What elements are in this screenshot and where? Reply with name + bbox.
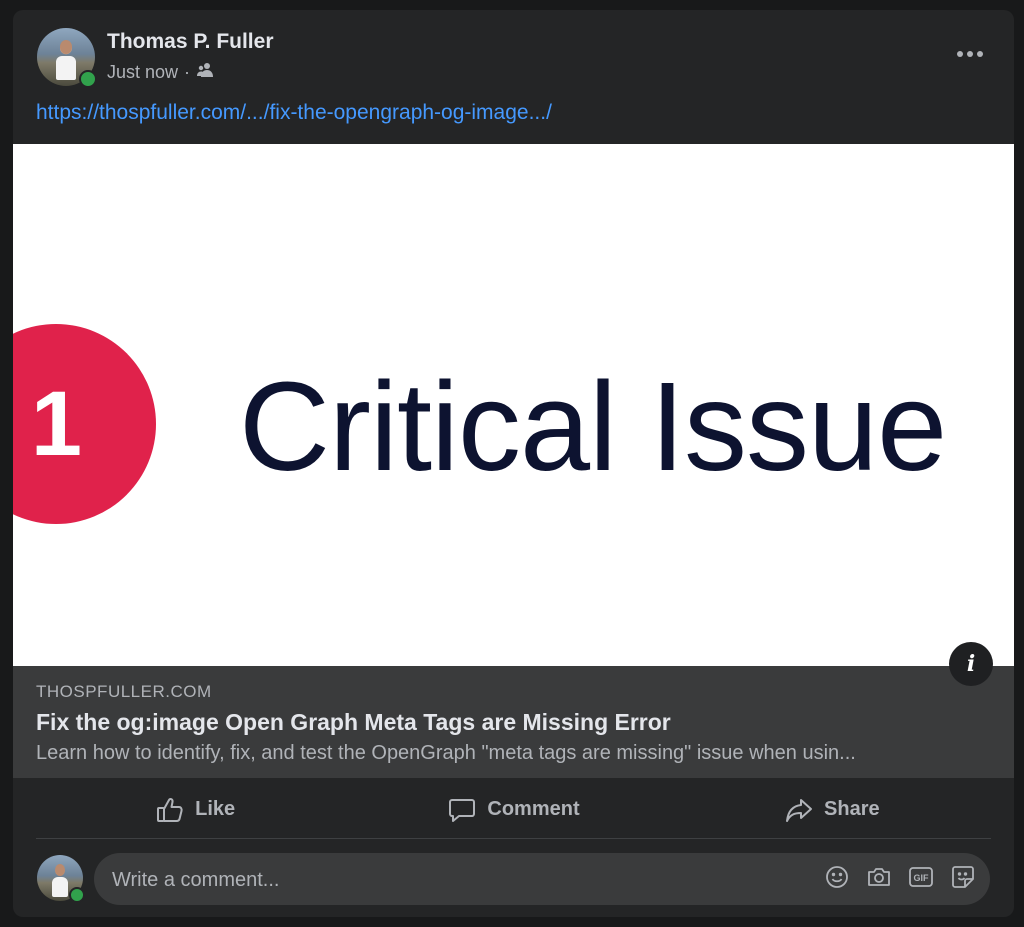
gif-icon[interactable]: GIF bbox=[908, 864, 934, 890]
link-domain: THOSPFULLER.COM bbox=[36, 682, 212, 701]
comment-bubble-icon bbox=[449, 798, 476, 822]
issue-count-badge: 1 bbox=[13, 324, 156, 524]
emoji-icon[interactable] bbox=[824, 864, 850, 890]
online-status-dot bbox=[69, 887, 85, 903]
friends-icon[interactable] bbox=[196, 62, 214, 83]
link-preview-image[interactable]: 1 Critical Issue bbox=[13, 144, 1014, 666]
comment-input[interactable] bbox=[110, 853, 814, 907]
share-label: Share bbox=[824, 798, 880, 820]
like-label: Like bbox=[195, 798, 236, 820]
commenter-avatar[interactable] bbox=[37, 855, 85, 903]
comment-attachment-icons: GIF bbox=[824, 864, 976, 890]
camera-icon[interactable] bbox=[866, 864, 892, 890]
link-description: Learn how to identify, fix, and test the… bbox=[36, 742, 856, 764]
preview-headline: Critical Issue bbox=[239, 356, 947, 497]
post-card: Thomas P. Fuller Just now · https://thos… bbox=[13, 10, 1014, 917]
post-link[interactable]: https://thospfuller.com/.../fix-the-open… bbox=[36, 101, 552, 125]
author-avatar[interactable] bbox=[37, 28, 97, 88]
comment-label: Comment bbox=[487, 798, 580, 820]
comment-box: GIF bbox=[94, 853, 990, 907]
more-options-button[interactable] bbox=[950, 36, 990, 72]
thumbs-up-icon bbox=[157, 797, 183, 822]
share-button[interactable]: Share bbox=[673, 781, 991, 838]
dot-icon bbox=[967, 51, 973, 57]
dot-icon bbox=[957, 51, 963, 57]
like-button[interactable]: Like bbox=[36, 781, 354, 838]
online-status-dot bbox=[79, 70, 97, 88]
info-icon[interactable]: i bbox=[949, 642, 993, 686]
post-meta: Just now · bbox=[107, 62, 214, 83]
link-meta-card[interactable]: THOSPFULLER.COM Fix the og:image Open Gr… bbox=[13, 666, 1014, 778]
link-title[interactable]: Fix the og:image Open Graph Meta Tags ar… bbox=[36, 709, 671, 736]
meta-separator: · bbox=[184, 62, 191, 82]
issue-count-number: 1 bbox=[30, 372, 82, 475]
author-name[interactable]: Thomas P. Fuller bbox=[107, 30, 274, 54]
svg-text:GIF: GIF bbox=[914, 873, 930, 883]
post-timestamp[interactable]: Just now bbox=[107, 62, 178, 83]
share-arrow-icon bbox=[786, 798, 813, 822]
comment-button[interactable]: Comment bbox=[354, 781, 672, 838]
dot-icon bbox=[977, 51, 983, 57]
sticker-icon[interactable] bbox=[950, 864, 976, 890]
post-actions-bar: Like Comment Share bbox=[36, 781, 991, 839]
